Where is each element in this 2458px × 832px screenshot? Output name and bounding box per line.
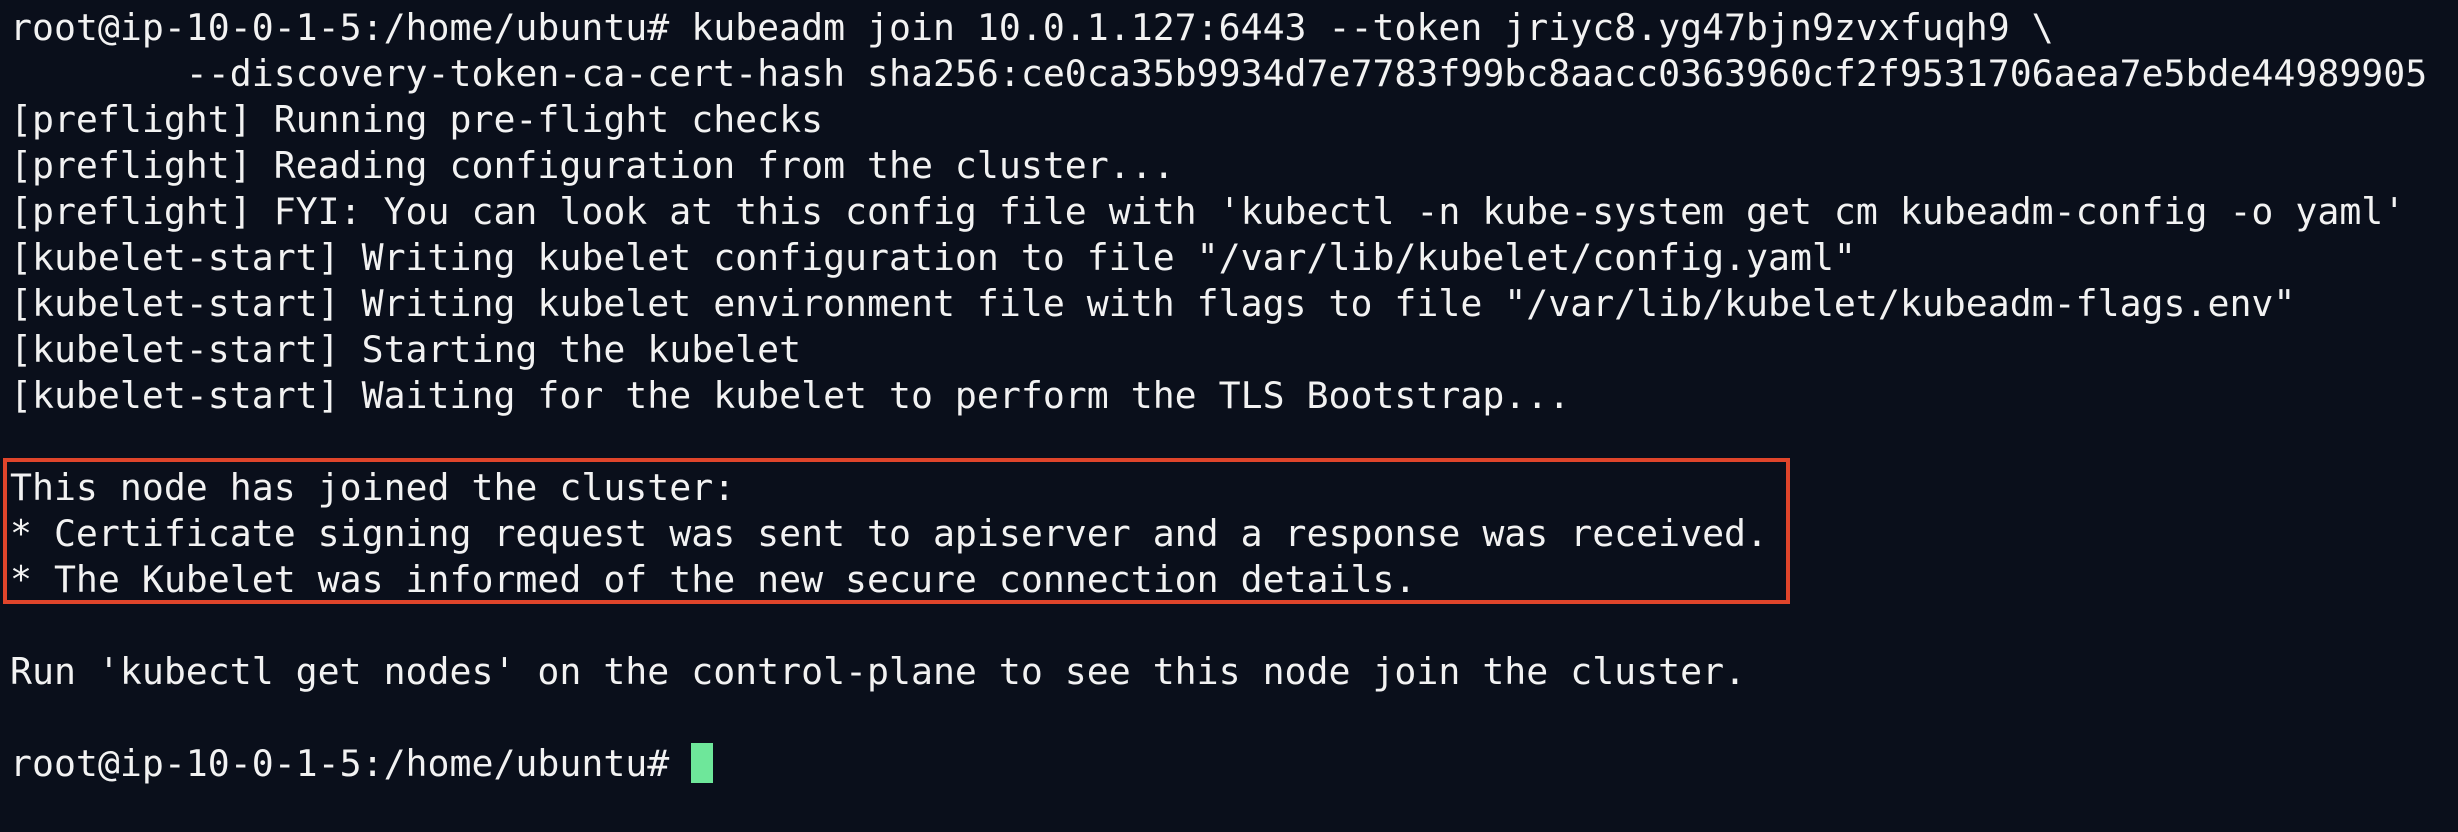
shell-prompt: root@ip-10-0-1-5:/home/ubuntu# xyxy=(10,742,692,785)
terminal-line-kubelet-start: [kubelet-start] Starting the kubelet xyxy=(10,328,802,371)
terminal-window[interactable]: root@ip-10-0-1-5:/home/ubuntu# kubeadm j… xyxy=(0,0,2458,832)
terminal-line-join-command: root@ip-10-0-1-5:/home/ubuntu# kubeadm j… xyxy=(10,6,2054,49)
terminal-line-kubelet-env: [kubelet-start] Writing kubelet environm… xyxy=(10,282,2296,325)
terminal-line-preflight-checks: [preflight] Running pre-flight checks xyxy=(10,98,824,141)
terminal-line-kubelet-config: [kubelet-start] Writing kubelet configur… xyxy=(10,236,1856,279)
terminal-line-kubelet-tls: [kubelet-start] Waiting for the kubelet … xyxy=(10,374,1571,417)
terminal-line-node-joined: This node has joined the cluster: xyxy=(10,466,736,509)
terminal-prompt-line[interactable]: root@ip-10-0-1-5:/home/ubuntu# xyxy=(10,741,714,787)
terminal-line-run-kubectl: Run 'kubectl get nodes' on the control-p… xyxy=(10,650,1747,693)
text-cursor xyxy=(691,742,714,783)
terminal-line-discovery-hash: --discovery-token-ca-cert-hash sha256:ce… xyxy=(10,52,2428,95)
terminal-line-kubelet-informed: * The Kubelet was informed of the new se… xyxy=(10,558,1417,601)
terminal-line-preflight-fyi: [preflight] FYI: You can look at this co… xyxy=(10,190,2406,233)
terminal-line-csr-sent: * Certificate signing request was sent t… xyxy=(10,512,1768,555)
terminal-line-preflight-config: [preflight] Reading configuration from t… xyxy=(10,144,1175,187)
